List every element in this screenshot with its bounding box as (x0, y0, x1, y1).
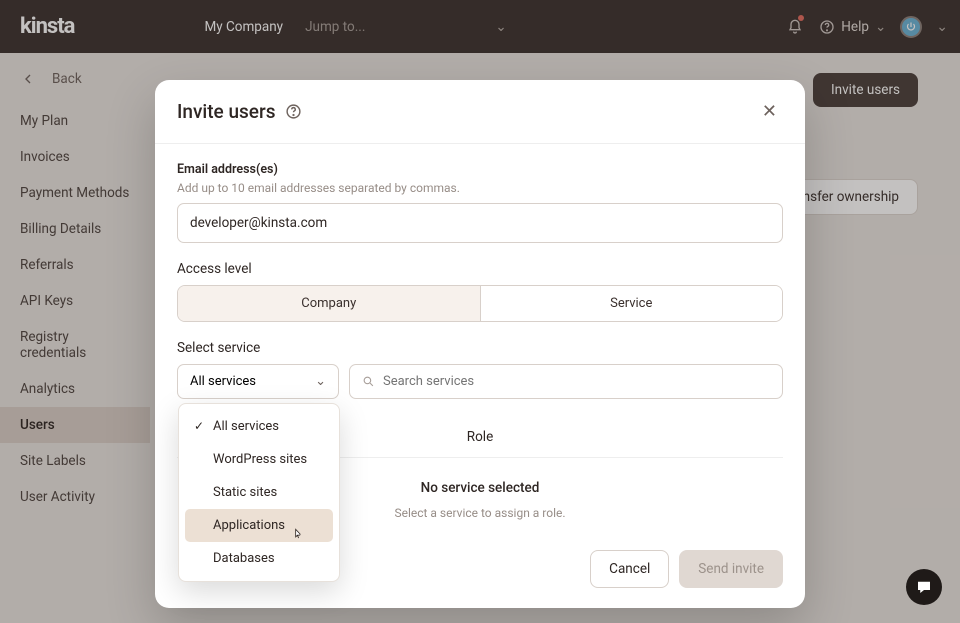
access-level-segmented: Company Service (177, 285, 783, 322)
email-hint: Add up to 10 email addresses separated b… (177, 181, 783, 195)
service-option-databases[interactable]: Databases (185, 542, 333, 575)
send-invite-button[interactable]: Send invite (679, 550, 783, 588)
support-chat-button[interactable] (906, 569, 942, 605)
service-option-label: Applications (213, 518, 285, 533)
close-button[interactable]: ✕ (762, 103, 777, 121)
email-input[interactable] (177, 203, 783, 243)
service-select[interactable]: All services ⌄ All services WordPress si… (177, 364, 339, 399)
invite-users-modal: Invite users ✕ Email address(es) Add up … (155, 80, 805, 608)
cursor-icon (291, 526, 305, 542)
modal-overlay: Invite users ✕ Email address(es) Add up … (0, 0, 960, 623)
cancel-button[interactable]: Cancel (590, 550, 669, 588)
service-option-applications[interactable]: Applications (185, 509, 333, 542)
service-dropdown: All services WordPress sites Static site… (178, 403, 340, 582)
select-service-label: Select service (177, 340, 783, 356)
service-search-input[interactable] (383, 374, 770, 389)
chevron-down-icon: ⌄ (315, 374, 326, 389)
access-level-service[interactable]: Service (480, 286, 783, 321)
chat-icon (915, 578, 933, 596)
access-level-company[interactable]: Company (178, 286, 480, 321)
modal-title: Invite users (177, 100, 275, 123)
close-icon: ✕ (762, 101, 777, 122)
service-select-value: All services (190, 374, 256, 389)
service-option-all[interactable]: All services (185, 410, 333, 443)
service-search[interactable] (349, 364, 783, 399)
access-level-label: Access level (177, 261, 783, 277)
search-icon (362, 375, 375, 388)
help-circle-icon[interactable] (285, 103, 302, 120)
service-option-wordpress[interactable]: WordPress sites (185, 443, 333, 476)
email-label: Email address(es) (177, 162, 783, 177)
service-option-static[interactable]: Static sites (185, 476, 333, 509)
